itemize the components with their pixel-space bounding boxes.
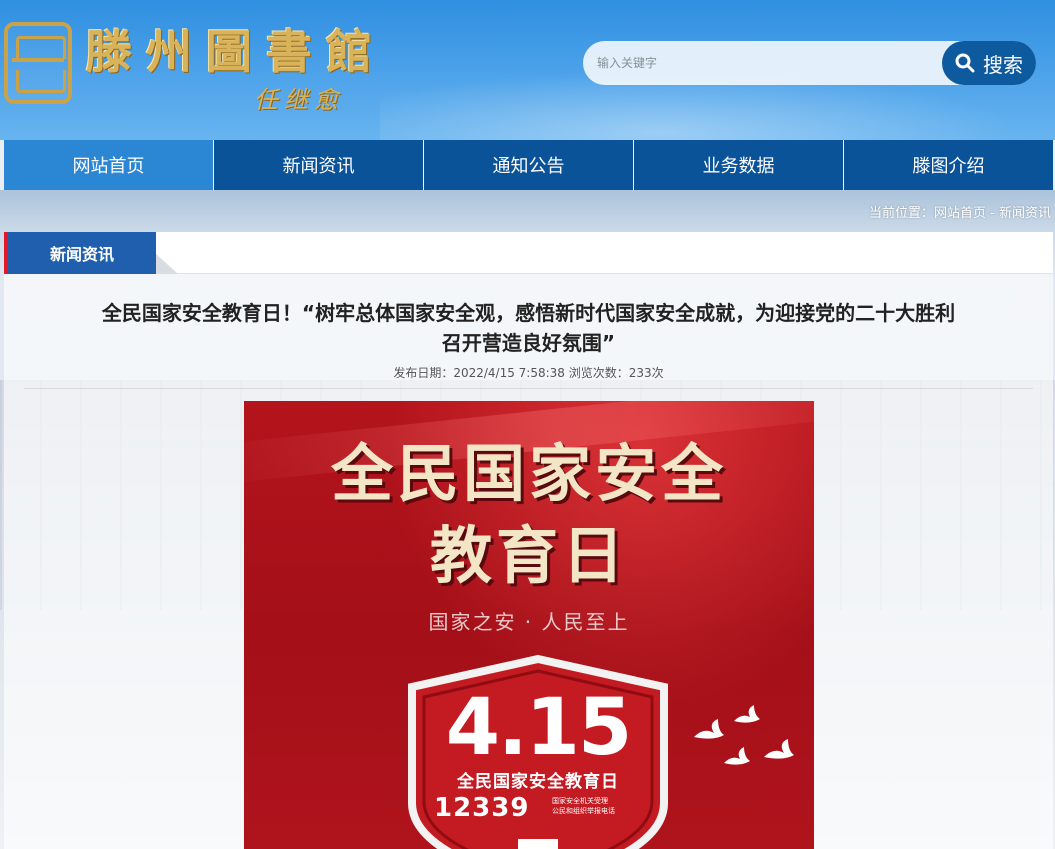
- poster-title-line1: 全民国家安全: [330, 437, 727, 510]
- poster-hotline: 12339: [434, 793, 530, 823]
- nav-item-news[interactable]: 新闻资讯: [213, 140, 423, 190]
- section-tab-news[interactable]: 新闻资讯: [4, 232, 156, 274]
- search-button-label: 搜索: [983, 52, 1023, 77]
- nav-item-about[interactable]: 滕图介绍: [843, 140, 1053, 190]
- breadcrumb-current-link[interactable]: 新闻资讯: [999, 206, 1051, 221]
- article-title: 全民国家安全教育日！“树牢总体国家安全观，感悟新时代国家安全成就，为迎接党的二十…: [24, 298, 1033, 358]
- breadcrumb: 当前位置：网站首页 - 新闻资讯: [869, 202, 1051, 221]
- site-logo-title[interactable]: 滕州圖書館: [86, 16, 386, 82]
- section-tab-tail: [156, 254, 178, 274]
- site-header: 滕州圖書館 任继愈 搜索: [0, 0, 1055, 140]
- article-poster-image: 全民国家安全 教育日 国家之安 · 人民至上 4.15 全民国家安全教育日 12…: [244, 401, 814, 849]
- breadcrumb-home-link[interactable]: 网站首页: [934, 206, 986, 221]
- logo-signature: 任继愈: [254, 86, 344, 114]
- article-title-line1: 全民国家安全教育日！“树牢总体国家安全观，感悟新时代国家安全成就，为迎接党的二十…: [101, 301, 956, 325]
- nav-item-notices[interactable]: 通知公告: [423, 140, 633, 190]
- search-input[interactable]: [597, 51, 927, 75]
- poster-hotline-note-line1: 国家安全机关受理: [552, 797, 608, 805]
- nav-item-business-data[interactable]: 业务数据: [633, 140, 843, 190]
- article-divider: [24, 388, 1033, 389]
- nav-item-home[interactable]: 网站首页: [4, 140, 213, 190]
- poster-caption: 全民国家安全教育日: [457, 772, 619, 792]
- section-tab-bar: 新闻资讯: [4, 232, 1053, 274]
- article-title-line2: 召开营造良好氛围”: [441, 331, 616, 355]
- search-bar: 搜索: [583, 41, 1036, 85]
- poster-hotline-note: 国家安全机关受理 公民和组织举报电话: [552, 796, 662, 816]
- library-logo-bar: [12, 58, 64, 62]
- content-panel: 新闻资讯 全民国家安全教育日！“树牢总体国家安全观，感悟新时代国家安全成就，为迎…: [4, 232, 1053, 849]
- breadcrumb-prefix: 当前位置：: [868, 206, 934, 221]
- poster-hotline-note-line2: 公民和组织举报电话: [552, 807, 615, 815]
- doves-icon: [694, 705, 794, 765]
- poster-date: 4.15: [445, 683, 632, 773]
- breadcrumb-separator: -: [986, 206, 999, 221]
- article-meta: 发布日期：2022/4/15 7:58:38 浏览次数：233次: [393, 366, 664, 380]
- poster-slogan: 国家之安 · 人民至上: [428, 610, 630, 634]
- library-logo-icon[interactable]: [4, 22, 72, 104]
- main-nav: 网站首页 新闻资讯 通知公告 业务数据 滕图介绍: [4, 140, 1053, 190]
- poster-title-line2: 教育日: [429, 519, 628, 592]
- search-icon: [955, 53, 975, 73]
- search-button[interactable]: 搜索: [942, 41, 1036, 85]
